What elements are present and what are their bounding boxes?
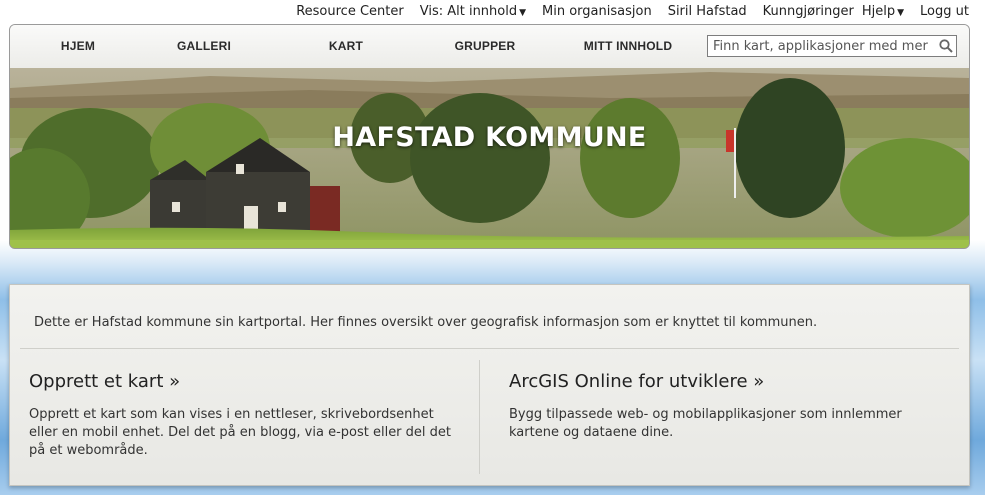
view-content-label: Vis: Alt innhold bbox=[419, 3, 518, 19]
help-label: Hjelp bbox=[861, 3, 896, 19]
search-box bbox=[707, 35, 957, 57]
nav-item-gallery[interactable]: GALLERI bbox=[177, 39, 231, 53]
horizontal-divider bbox=[20, 348, 959, 349]
view-content-dropdown[interactable]: Vis: Alt innhold ▼ bbox=[412, 4, 534, 19]
content-panel: Dette er Hafstad kommune sin kartportal.… bbox=[9, 284, 970, 486]
nav-item-my-content[interactable]: MITT INNHOLD bbox=[584, 39, 672, 53]
main-navigation: HJEM GALLERI KART GRUPPER MITT INNHOLD bbox=[10, 25, 969, 69]
banner-title: HAFSTAD KOMMUNE bbox=[332, 122, 647, 153]
nav-item-home[interactable]: HJEM bbox=[61, 39, 95, 53]
help-dropdown[interactable]: Hjelp ▼ bbox=[862, 4, 912, 19]
user-menu-link[interactable]: Siril Hafstad bbox=[660, 4, 755, 19]
intro-text: Dette er Hafstad kommune sin kartportal.… bbox=[34, 315, 818, 330]
create-map-description: Opprett et kart som kan vises i en nettl… bbox=[29, 407, 452, 458]
caret-down-icon: ▼ bbox=[519, 7, 527, 18]
announcements-link[interactable]: Kunngjøringer bbox=[755, 4, 862, 19]
caret-down-icon: ▼ bbox=[897, 7, 905, 18]
card-create-map: Opprett et kart » Opprett et kart som ka… bbox=[29, 371, 459, 460]
landscape-image bbox=[10, 68, 969, 248]
developers-link[interactable]: ArcGIS Online for utviklere » bbox=[509, 371, 939, 392]
logout-link[interactable]: Logg ut bbox=[912, 4, 985, 19]
top-utility-bar: Resource Center Vis: Alt innhold ▼ Min or… bbox=[288, 0, 985, 22]
search-input[interactable] bbox=[708, 38, 936, 54]
vertical-divider bbox=[479, 360, 480, 474]
card-developers: ArcGIS Online for utviklere » Bygg tilpa… bbox=[509, 371, 939, 442]
create-map-link[interactable]: Opprett et kart » bbox=[29, 371, 459, 392]
developers-description: Bygg tilpassede web- og mobilapplikasjon… bbox=[509, 407, 902, 440]
resource-center-link[interactable]: Resource Center bbox=[288, 4, 412, 19]
nav-item-groups[interactable]: GRUPPER bbox=[455, 39, 516, 53]
hero-banner: HAFSTAD KOMMUNE bbox=[10, 68, 969, 248]
my-organization-link[interactable]: Min organisasjon bbox=[534, 4, 660, 19]
nav-item-map[interactable]: KART bbox=[329, 39, 363, 53]
search-icon[interactable] bbox=[936, 36, 956, 56]
header-shell: HJEM GALLERI KART GRUPPER MITT INNHOLD F… bbox=[9, 24, 970, 249]
